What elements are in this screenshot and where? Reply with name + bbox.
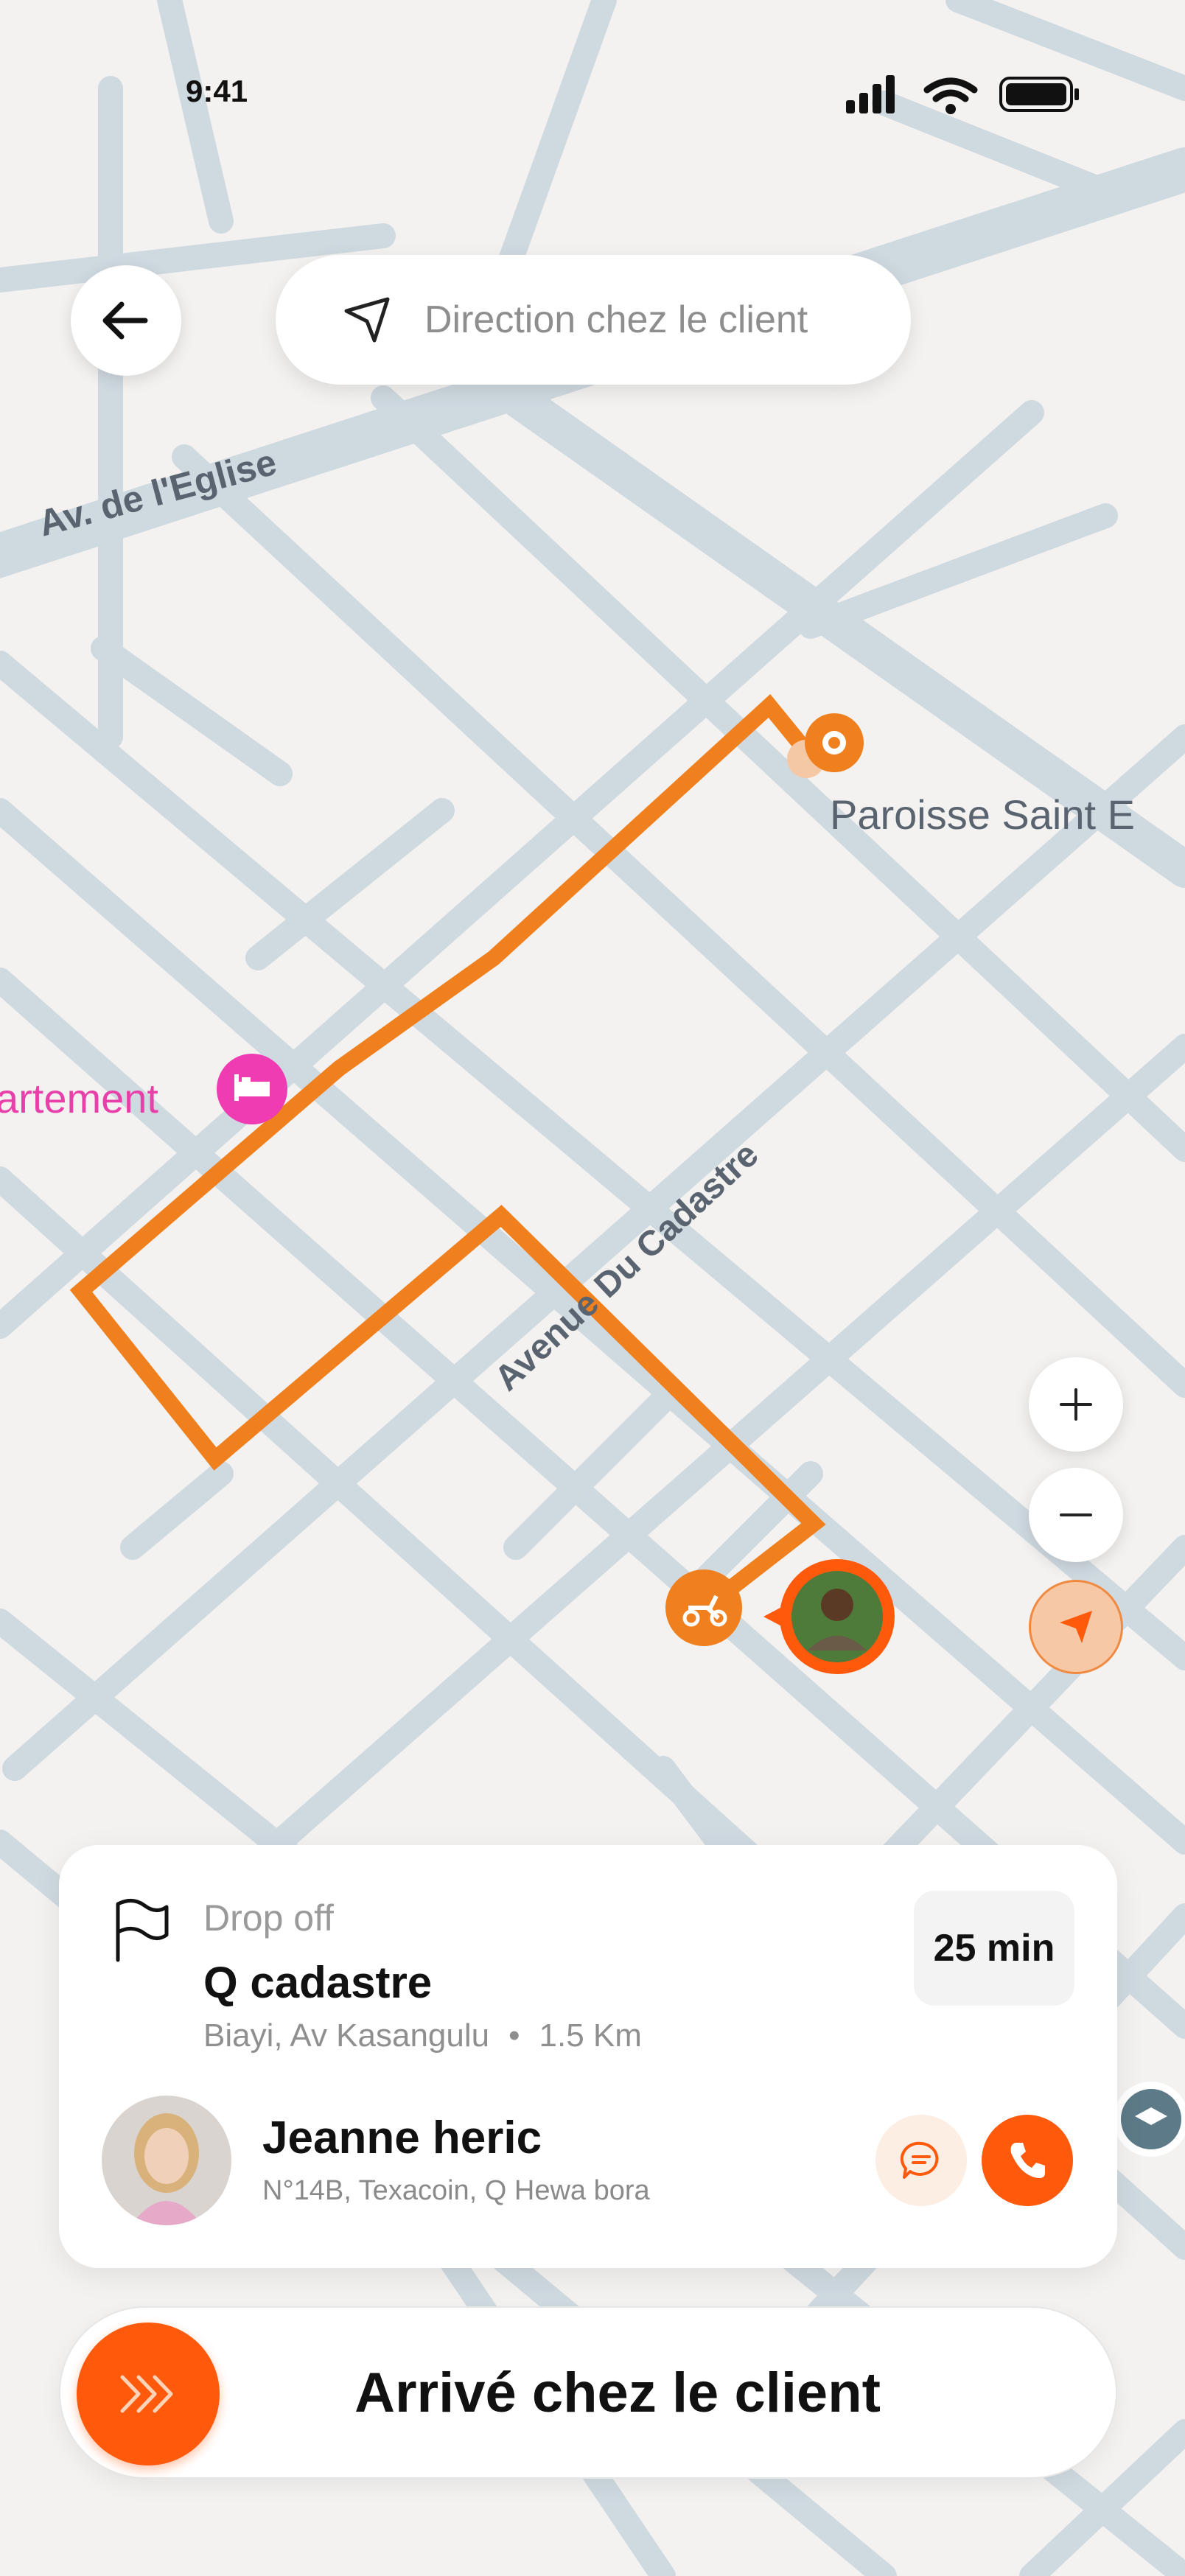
dropoff-subtitle: Biayi, Av Kasangulu • 1.5 Km [203, 2017, 642, 2054]
battery-icon [999, 77, 1079, 112]
direction-search-bar[interactable]: Direction chez le client [276, 255, 911, 385]
poi-label-church: Paroisse Saint E [830, 791, 1135, 838]
zoom-in-button[interactable] [1029, 1357, 1123, 1452]
phone-icon [1010, 2143, 1045, 2178]
locate-icon [1060, 1611, 1092, 1643]
slider-label: Arrivé chez le client [354, 2361, 881, 2424]
locate-me-button[interactable] [1029, 1580, 1123, 1674]
zoom-out-button[interactable] [1029, 1468, 1123, 1562]
plus-icon [1060, 1388, 1092, 1421]
minus-icon [1060, 1513, 1092, 1516]
dropoff-address: Biayi, Av Kasangulu [203, 2017, 490, 2054]
eta-badge: 25 min [914, 1891, 1074, 2006]
chat-icon [900, 2141, 939, 2179]
dropoff-card: Drop off Q cadastre Biayi, Av Kasangulu •… [59, 1845, 1117, 2268]
status-time: 9:41 [186, 74, 248, 108]
message-client-button[interactable] [875, 2115, 967, 2206]
poi-label-apartment: artement [0, 1075, 158, 1121]
back-button[interactable] [71, 265, 181, 376]
status-icons [846, 75, 1079, 114]
wifi-icon [923, 77, 978, 114]
separator-dot: • [508, 2017, 520, 2054]
client-avatar [102, 2096, 231, 2225]
dropoff-label: Drop off [203, 1897, 334, 1939]
signal-icon [846, 75, 895, 113]
back-arrow-icon [102, 301, 148, 340]
call-client-button[interactable] [982, 2115, 1073, 2206]
scooter-icon[interactable] [665, 1569, 742, 1646]
client-name: Jeanne heric [262, 2113, 542, 2163]
dropoff-title: Q cadastre [203, 1958, 433, 2007]
navigation-arrow-icon [344, 297, 390, 343]
dropoff-distance: 1.5 Km [539, 2017, 642, 2054]
flag-icon [116, 1899, 169, 1962]
arrive-slider[interactable]: Arrivé chez le client [59, 2306, 1117, 2479]
school-poi-icon[interactable] [1114, 2082, 1185, 2157]
direction-search-text: Direction chez le client [424, 298, 808, 341]
hotel-icon[interactable] [217, 1054, 287, 1124]
client-address: N°14B, Texacoin, Q Hewa bora [262, 2175, 650, 2206]
status-bar: 9:41 [0, 0, 1185, 192]
